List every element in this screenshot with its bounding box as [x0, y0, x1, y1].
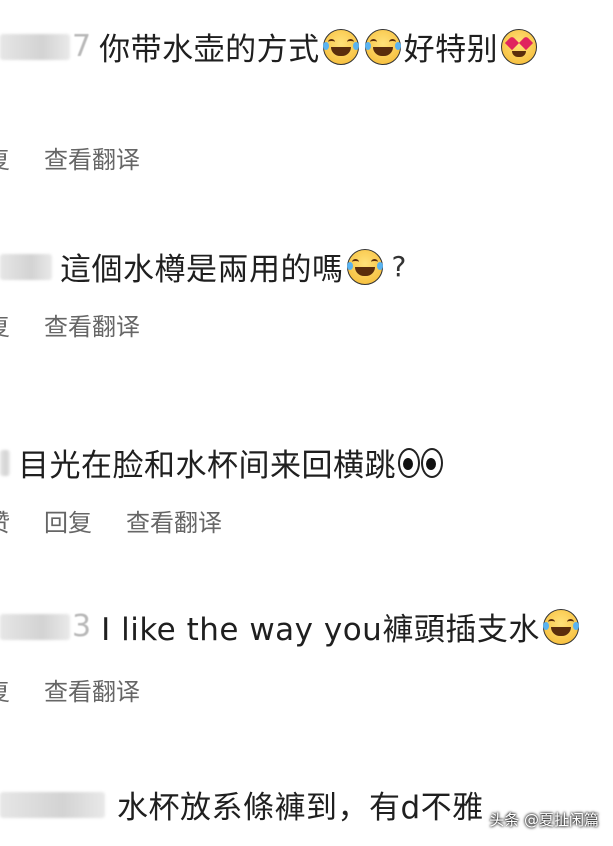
comment-text: 水杯放系條褲到，有d不雅 — [117, 790, 484, 826]
face-with-tears-of-joy-icon — [542, 608, 579, 645]
blurred-username — [0, 613, 70, 640]
reply-button[interactable]: 回复 — [44, 503, 92, 538]
blurred-username — [0, 33, 70, 60]
translate-button[interactable]: 查看翻译 — [44, 307, 140, 342]
translate-button[interactable]: 查看翻译 — [126, 503, 222, 538]
face-with-tears-of-joy-icon — [346, 248, 383, 285]
reply-button[interactable]: 复 — [0, 140, 10, 175]
comment-2-actions: 复 查看翻译 — [0, 307, 174, 342]
comment-text: 你带水壶的方式 — [99, 32, 320, 68]
comment-4-actions: 复 查看翻译 — [0, 672, 174, 707]
reply-button[interactable]: 复 — [0, 672, 10, 707]
face-with-tears-of-joy-icon — [322, 28, 359, 65]
blurred-username — [0, 449, 10, 476]
blurred-username — [0, 791, 105, 818]
blurred-username — [0, 253, 52, 280]
translate-button[interactable]: 查看翻译 — [44, 672, 140, 707]
blurred-suffix: 7 — [72, 29, 92, 64]
comment-text: 目光在脸和水杯间来回横跳 — [18, 448, 396, 484]
comment-1-actions: 复 查看翻译 — [0, 140, 174, 175]
comment-text-continued: 好特别 — [403, 32, 499, 68]
comment-4-body: 3 I like the way you褲頭插支水 — [0, 604, 582, 649]
reply-button[interactable]: 复 — [0, 307, 10, 342]
watermark: 头条 @夏扯闲篇 — [489, 811, 599, 829]
blurred-suffix: 3 — [72, 609, 92, 644]
comment-2-body: 這個水樽是兩用的嗎 ? — [0, 244, 406, 289]
face-with-tears-of-joy-icon — [364, 28, 401, 65]
comment-3-actions: 赞 回复 查看翻译 — [0, 503, 256, 538]
eyes-icon — [398, 447, 444, 478]
question-mark: ? — [391, 250, 407, 283]
comment-text: I like the way you褲頭插支水 — [101, 612, 540, 648]
translate-button[interactable]: 查看翻译 — [44, 140, 140, 175]
comment-5-body: 水杯放系條褲到，有d不雅 — [0, 782, 484, 827]
comment-1-body: 7 你带水壶的方式 好特别 — [0, 24, 540, 69]
comment-3-body: 目光在脸和水杯间来回横跳 — [0, 440, 444, 485]
comment-text: 這個水樽是兩用的嗎 — [60, 252, 344, 288]
smiling-face-with-heart-eyes-icon — [501, 28, 538, 65]
like-button[interactable]: 赞 — [0, 503, 10, 538]
